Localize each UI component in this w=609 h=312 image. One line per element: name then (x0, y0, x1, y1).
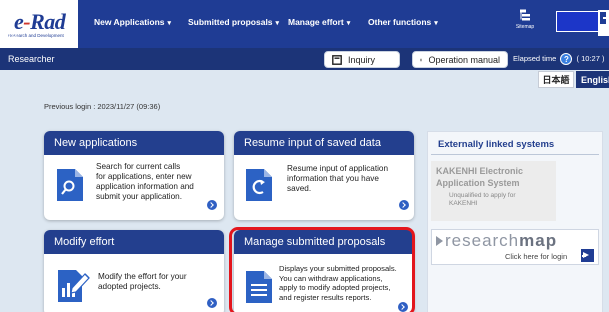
inquiry-icon (332, 54, 342, 65)
logout-label: Logout (2, 33, 18, 39)
kakenhi-title: KAKENHI Electronic Application System (436, 166, 524, 188)
researchmap-logo: researchmap (445, 231, 558, 250)
sitemap-link[interactable]: Sitemap (505, 9, 545, 30)
user-name-fill (557, 12, 601, 31)
nav-new-applications[interactable]: New Applications ▾ (94, 17, 171, 27)
researchmap-login-label[interactable]: Click here for login (505, 252, 567, 261)
researchmap-triangle-icon (436, 236, 443, 246)
card-modify-effort[interactable]: Modify effort Modify the effort for your… (44, 230, 224, 312)
search-document-icon (57, 169, 83, 201)
card-description: Search for current calls for application… (96, 162, 194, 201)
card-description: Resume input of application information … (287, 164, 389, 193)
operation-manual-button[interactable]: Operation manual (412, 51, 508, 68)
external-systems-panel (427, 131, 603, 312)
nav-submitted-proposals[interactable]: Submitted proposals ▾ (188, 17, 279, 27)
chevron-down-icon: ▾ (275, 20, 280, 27)
highlight-outline (229, 227, 415, 312)
chevron-down-icon: ▾ (434, 20, 438, 27)
chevron-down-icon: ▾ (167, 20, 172, 27)
arrow-right-icon[interactable] (207, 298, 217, 308)
card-title: New applications (44, 131, 224, 155)
user-name-box[interactable] (556, 11, 604, 32)
card-title: Modify effort (44, 230, 224, 254)
nav-other-functions[interactable]: Other functions ▾ (368, 17, 438, 27)
chevron-down-icon: ▾ (346, 20, 351, 27)
elapsed-time: Elapsed time ? ( 10:27 ) (513, 53, 605, 65)
role-label: Researcher (8, 54, 55, 64)
arrow-right-icon[interactable] (207, 200, 217, 210)
card-title: Resume input of saved data (234, 131, 414, 155)
help-icon[interactable]: ? (560, 53, 573, 65)
card-resume-input[interactable]: Resume input of saved data Resume input … (234, 131, 414, 220)
divider (431, 154, 599, 155)
logout-button[interactable] (598, 10, 609, 36)
login-arrow-icon[interactable] (581, 249, 594, 262)
edit-chart-icon (58, 270, 90, 302)
resume-document-icon (246, 169, 272, 201)
kakenhi-note: Unqualified to apply for KAKENHI (449, 192, 516, 207)
erad-logo[interactable]: e-Rad Research and Development (0, 0, 78, 48)
card-description: Modify the effort for your adopted proje… (98, 272, 187, 291)
arrow-right-icon[interactable] (399, 200, 409, 210)
language-english[interactable]: English (576, 71, 609, 88)
sub-header: Researcher Inquiry Operation manual Elap… (0, 48, 609, 70)
sitemap-icon (520, 9, 530, 21)
card-new-applications[interactable]: New applications Search for current call… (44, 131, 224, 220)
top-nav-bar: e-Rad Research and Development New Appli… (0, 0, 609, 48)
logo-text: e-Rad (14, 9, 66, 34)
previous-login: Previous login : 2023/11/27 (09:36) (44, 102, 161, 111)
logout-icon (600, 12, 608, 24)
nav-manage-effort[interactable]: Manage effort ▾ (288, 17, 350, 27)
external-systems-title: Externally linked systems (438, 139, 555, 150)
language-japanese[interactable]: 日本語 (538, 71, 574, 88)
book-icon (420, 58, 423, 61)
inquiry-button[interactable]: Inquiry (324, 51, 400, 68)
